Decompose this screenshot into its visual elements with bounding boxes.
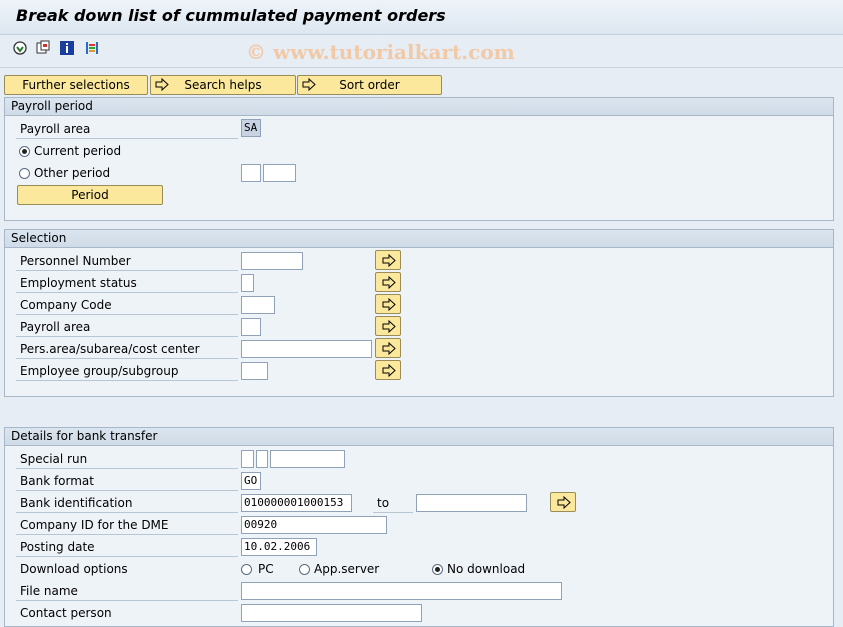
label-underline bbox=[16, 358, 238, 359]
employment-status-field[interactable] bbox=[241, 274, 254, 292]
contact-person-field[interactable] bbox=[241, 604, 422, 622]
arrow-right-icon bbox=[382, 298, 396, 311]
company-id-field[interactable]: 00920 bbox=[241, 516, 387, 534]
variant-icon[interactable] bbox=[35, 40, 51, 56]
title-bar: Break down list of cummulated payment or… bbox=[0, 0, 843, 35]
employee-group-field[interactable] bbox=[241, 362, 268, 380]
arrow-right-icon bbox=[557, 496, 571, 509]
label-underline bbox=[16, 512, 238, 513]
payroll-area-field[interactable]: SA bbox=[241, 119, 261, 137]
pers-area-multiple-selection-button[interactable] bbox=[375, 338, 401, 358]
label-underline bbox=[16, 380, 238, 381]
company-code-multiple-selection-button[interactable] bbox=[375, 294, 401, 314]
period-button[interactable]: Period bbox=[17, 185, 163, 205]
page-title: Break down list of cummulated payment or… bbox=[16, 6, 446, 25]
sort-order-button[interactable]: Sort order bbox=[297, 75, 442, 95]
special-run-date-field[interactable] bbox=[270, 450, 345, 468]
label-underline bbox=[16, 600, 238, 601]
current-period-label: Current period bbox=[34, 144, 122, 158]
selection-options-icon[interactable] bbox=[84, 40, 100, 56]
employment-status-multiple-selection-button[interactable] bbox=[375, 272, 401, 292]
label-underline bbox=[16, 336, 238, 337]
other-period-year-field[interactable] bbox=[263, 164, 296, 182]
label-underline bbox=[16, 314, 238, 315]
download-appserver-radio[interactable] bbox=[299, 564, 310, 575]
search-helps-label: Search helps bbox=[184, 78, 262, 92]
label-underline bbox=[16, 292, 238, 293]
special-run-label: Special run bbox=[20, 452, 88, 466]
bank-format-label: Bank format bbox=[20, 474, 94, 488]
label-underline bbox=[16, 138, 238, 139]
arrow-right-icon bbox=[382, 254, 396, 267]
employee-group-label: Employee group/subgroup bbox=[20, 364, 179, 378]
arrow-right-icon bbox=[302, 78, 316, 91]
posting-date-label: Posting date bbox=[20, 540, 95, 554]
personnel-number-label: Personnel Number bbox=[20, 254, 131, 268]
label-underline bbox=[16, 468, 238, 469]
download-none-radio[interactable] bbox=[432, 564, 443, 575]
period-button-label: Period bbox=[71, 188, 109, 202]
payroll-area-multiple-selection-button[interactable] bbox=[375, 316, 401, 336]
pers-area-label: Pers.area/subarea/cost center bbox=[20, 342, 200, 356]
bank-identification-from-field[interactable]: 010000001000153 bbox=[241, 494, 352, 512]
download-options-label: Download options bbox=[20, 562, 128, 576]
label-underline bbox=[16, 534, 238, 535]
arrow-right-icon bbox=[382, 364, 396, 377]
file-name-field[interactable] bbox=[241, 582, 562, 600]
info-icon[interactable] bbox=[59, 40, 75, 56]
company-code-label: Company Code bbox=[20, 298, 112, 312]
pers-area-field[interactable] bbox=[241, 340, 372, 358]
employment-status-label: Employment status bbox=[20, 276, 137, 290]
other-period-label: Other period bbox=[34, 166, 111, 180]
label-underline bbox=[16, 490, 238, 491]
posting-date-field[interactable]: 10.02.2006 bbox=[241, 538, 317, 556]
download-pc-radio[interactable] bbox=[241, 564, 252, 575]
bank-identification-label: Bank identification bbox=[20, 496, 133, 510]
file-name-label: File name bbox=[20, 584, 78, 598]
payroll-period-header: Payroll period bbox=[5, 98, 833, 116]
personnel-number-field[interactable] bbox=[241, 252, 303, 270]
label-underline bbox=[16, 556, 238, 557]
special-run-type-field[interactable] bbox=[241, 450, 254, 468]
sort-order-label: Sort order bbox=[339, 78, 400, 92]
current-period-radio[interactable] bbox=[19, 146, 30, 157]
download-appserver-label: App.server bbox=[314, 562, 380, 576]
label-underline bbox=[373, 512, 413, 513]
to-label: to bbox=[377, 496, 390, 510]
label-underline bbox=[16, 270, 238, 271]
contact-person-label: Contact person bbox=[20, 606, 112, 620]
selection-payroll-area-label: Payroll area bbox=[20, 320, 91, 334]
company-code-field[interactable] bbox=[241, 296, 275, 314]
payroll-area-label: Payroll area bbox=[20, 122, 91, 136]
download-pc-label: PC bbox=[258, 562, 274, 576]
further-selections-button[interactable]: Further selections bbox=[4, 75, 148, 95]
bank-identification-multiple-selection-button[interactable] bbox=[550, 492, 576, 512]
personnel-number-multiple-selection-button[interactable] bbox=[375, 250, 401, 270]
selection-header: Selection bbox=[5, 230, 833, 248]
search-helps-button[interactable]: Search helps bbox=[150, 75, 296, 95]
arrow-right-icon bbox=[382, 276, 396, 289]
watermark: © www.tutorialkart.com bbox=[246, 40, 515, 64]
arrow-right-icon bbox=[382, 342, 396, 355]
arrow-right-icon bbox=[155, 78, 169, 91]
bank-format-field[interactable]: GO bbox=[241, 472, 261, 490]
download-none-label: No download bbox=[447, 562, 526, 576]
bank-identification-to-field[interactable] bbox=[416, 494, 527, 512]
employee-group-multiple-selection-button[interactable] bbox=[375, 360, 401, 380]
arrow-right-icon bbox=[382, 320, 396, 333]
bank-transfer-header: Details for bank transfer bbox=[5, 428, 833, 446]
other-period-number-field[interactable] bbox=[241, 164, 261, 182]
company-id-label: Company ID for the DME bbox=[20, 518, 169, 532]
execute-icon[interactable] bbox=[12, 40, 28, 56]
other-period-radio[interactable] bbox=[19, 168, 30, 179]
special-run-indicator-field[interactable] bbox=[256, 450, 268, 468]
selection-payroll-area-field[interactable] bbox=[241, 318, 261, 336]
further-selections-label: Further selections bbox=[22, 78, 130, 92]
